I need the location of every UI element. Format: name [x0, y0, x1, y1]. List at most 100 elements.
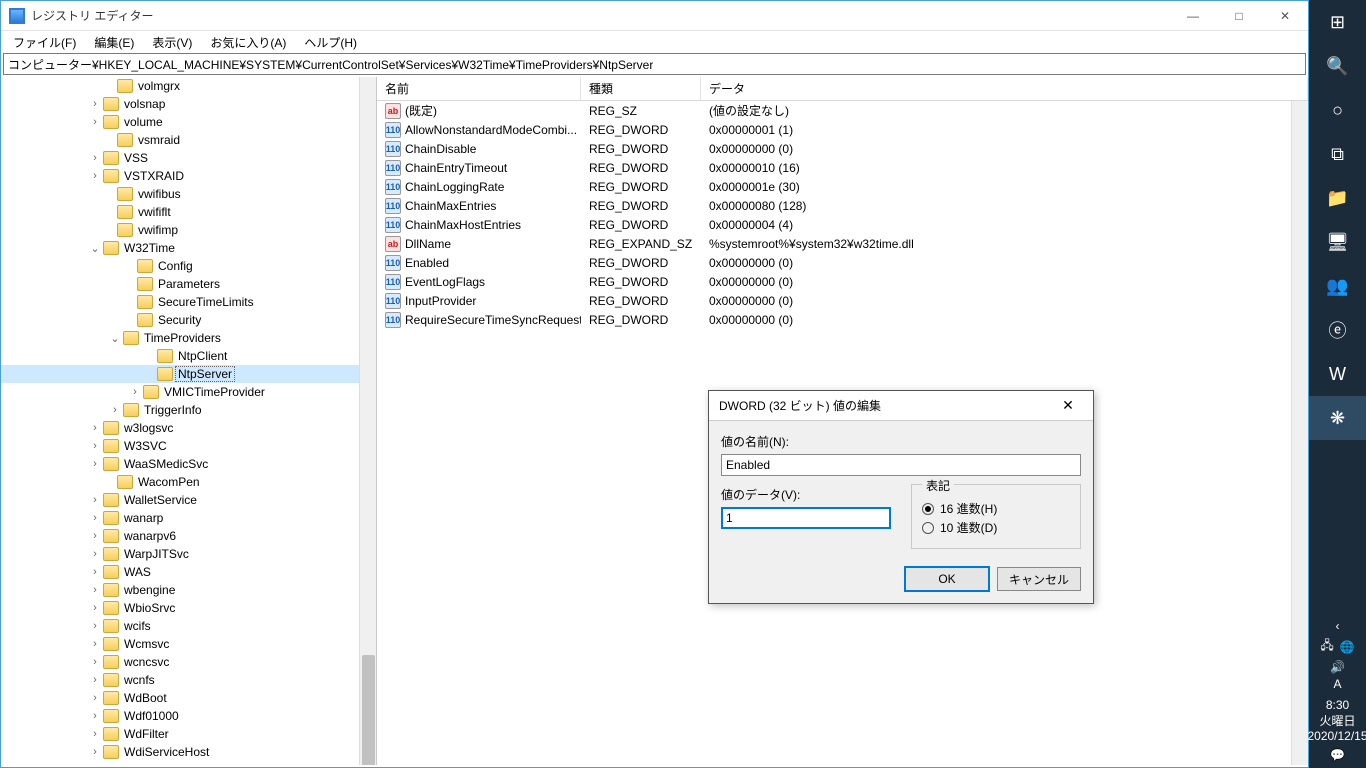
tree-item[interactable]: ›VMICTimeProvider [1, 383, 359, 401]
expand-toggle[interactable]: ⌄ [107, 332, 123, 345]
expand-toggle[interactable]: › [87, 746, 103, 758]
value-row[interactable]: 110RequireSecureTimeSyncRequestsREG_DWOR… [377, 310, 1308, 329]
tree-item[interactable]: ›WdBoot [1, 689, 359, 707]
expand-toggle[interactable]: › [127, 386, 143, 398]
expand-toggle[interactable]: › [87, 674, 103, 686]
close-button[interactable]: ✕ [1262, 1, 1308, 31]
tree-item[interactable]: ⌄W32Time [1, 239, 359, 257]
ime-icon[interactable]: A [1333, 677, 1341, 691]
tree-scrollbar-thumb[interactable] [362, 655, 375, 765]
expand-toggle[interactable]: › [87, 548, 103, 560]
server-manager-icon[interactable]: 🖥 [1309, 220, 1366, 264]
tray-chevron-icon[interactable]: ‹ [1336, 619, 1340, 633]
tree-item[interactable]: ›wcnfs [1, 671, 359, 689]
cortana-icon[interactable]: ○ [1309, 88, 1366, 132]
tree-item[interactable]: ›Wcmsvc [1, 635, 359, 653]
ie-icon[interactable]: ⓔ [1309, 308, 1366, 352]
expand-toggle[interactable]: › [87, 728, 103, 740]
value-row[interactable]: ab(既定)REG_SZ(値の設定なし) [377, 101, 1308, 120]
expand-toggle[interactable]: › [87, 98, 103, 110]
tree-item[interactable]: ›VSTXRAID [1, 167, 359, 185]
tree-item[interactable]: vwifimp [1, 221, 359, 239]
address-bar[interactable]: コンピューター¥HKEY_LOCAL_MACHINE¥SYSTEM¥Curren… [3, 53, 1306, 75]
app-task-icon[interactable]: ❋ [1309, 396, 1366, 440]
expand-toggle[interactable]: › [87, 584, 103, 596]
expand-toggle[interactable]: › [87, 710, 103, 722]
taskview-icon[interactable]: ⧉ [1309, 132, 1366, 176]
start-button[interactable]: ⊞ [1309, 0, 1366, 44]
tree-item[interactable]: ›WdFilter [1, 725, 359, 743]
expand-toggle[interactable]: › [107, 404, 123, 416]
value-row[interactable]: 110ChainDisableREG_DWORD0x00000000 (0) [377, 139, 1308, 158]
explorer-icon[interactable]: 📁 [1309, 176, 1366, 220]
menu-view[interactable]: 表示(V) [144, 32, 200, 53]
expand-toggle[interactable]: › [87, 116, 103, 128]
word-icon[interactable]: W [1309, 352, 1366, 396]
tree-item[interactable]: ⌄TimeProviders [1, 329, 359, 347]
people-icon[interactable]: 👥 [1309, 264, 1366, 308]
value-data-field[interactable] [721, 507, 891, 529]
expand-toggle[interactable]: › [87, 692, 103, 704]
value-row[interactable]: abDllNameREG_EXPAND_SZ%systemroot%¥syste… [377, 234, 1308, 253]
tree-item[interactable]: ›WdiServiceHost [1, 743, 359, 761]
globe-icon[interactable]: 🌐 [1340, 640, 1355, 654]
expand-toggle[interactable]: › [87, 422, 103, 434]
expand-toggle[interactable]: › [87, 656, 103, 668]
expand-toggle[interactable]: › [87, 602, 103, 614]
expand-toggle[interactable]: › [87, 440, 103, 452]
menu-help[interactable]: ヘルプ(H) [296, 32, 365, 53]
value-row[interactable]: 110ChainMaxHostEntriesREG_DWORD0x0000000… [377, 215, 1308, 234]
menu-file[interactable]: ファイル(F) [5, 32, 84, 53]
action-center-icon[interactable]: 💬 [1330, 748, 1345, 762]
tree-item[interactable]: ›WarpJITSvc [1, 545, 359, 563]
tree-item[interactable]: ›wbengine [1, 581, 359, 599]
tree-item[interactable]: NtpServer [1, 365, 359, 383]
tree-item[interactable]: Parameters [1, 275, 359, 293]
tree-item[interactable]: vwifibus [1, 185, 359, 203]
dialog-titlebar[interactable]: DWORD (32 ビット) 値の編集 ✕ [709, 391, 1093, 421]
col-data[interactable]: データ [701, 77, 1308, 100]
tree-item[interactable]: ›wcifs [1, 617, 359, 635]
tree-item[interactable]: ›WAS [1, 563, 359, 581]
titlebar[interactable]: レジストリ エディター — □ ✕ [1, 1, 1308, 31]
expand-toggle[interactable]: › [87, 458, 103, 470]
dialog-close-button[interactable]: ✕ [1053, 397, 1083, 414]
tree-item[interactable]: ›WaaSMedicSvc [1, 455, 359, 473]
tree-item[interactable]: ›TriggerInfo [1, 401, 359, 419]
expand-toggle[interactable]: › [87, 170, 103, 182]
expand-toggle[interactable]: › [87, 512, 103, 524]
tree-item[interactable]: vwififlt [1, 203, 359, 221]
network-icon[interactable]: 🖧 [1320, 636, 1333, 657]
tree-item[interactable]: ›WalletService [1, 491, 359, 509]
expand-toggle[interactable]: › [87, 638, 103, 650]
menu-favorites[interactable]: お気に入り(A) [202, 32, 294, 53]
maximize-button[interactable]: □ [1216, 1, 1262, 31]
tree-item[interactable]: ›w3logsvc [1, 419, 359, 437]
tree-item[interactable]: ›W3SVC [1, 437, 359, 455]
menu-edit[interactable]: 編集(E) [86, 32, 142, 53]
col-name[interactable]: 名前 [377, 77, 581, 100]
volume-icon[interactable]: 🔊 [1330, 660, 1345, 674]
value-row[interactable]: 110InputProviderREG_DWORD0x00000000 (0) [377, 291, 1308, 310]
tree-item[interactable]: WacomPen [1, 473, 359, 491]
value-row[interactable]: 110ChainMaxEntriesREG_DWORD0x00000080 (1… [377, 196, 1308, 215]
tree-item[interactable]: NtpClient [1, 347, 359, 365]
expand-toggle[interactable]: › [87, 620, 103, 632]
search-icon[interactable]: 🔍 [1309, 44, 1366, 88]
value-row[interactable]: 110ChainLoggingRateREG_DWORD0x0000001e (… [377, 177, 1308, 196]
tree-item[interactable]: ›wanarpv6 [1, 527, 359, 545]
tree-item[interactable]: SecureTimeLimits [1, 293, 359, 311]
radix-dec-radio[interactable]: 10 進数(D) [922, 519, 1070, 536]
tree-item[interactable]: volmgrx [1, 77, 359, 95]
value-row[interactable]: 110AllowNonstandardModeCombi...REG_DWORD… [377, 120, 1308, 139]
value-row[interactable]: 110EventLogFlagsREG_DWORD0x00000000 (0) [377, 272, 1308, 291]
tree-item[interactable]: Security [1, 311, 359, 329]
tree-item[interactable]: ›VSS [1, 149, 359, 167]
tree-item[interactable]: ›volsnap [1, 95, 359, 113]
tree-item[interactable]: Config [1, 257, 359, 275]
minimize-button[interactable]: — [1170, 1, 1216, 31]
expand-toggle[interactable]: › [87, 152, 103, 164]
tree-scrollbar[interactable] [359, 77, 376, 765]
tree-item[interactable]: ›wanarp [1, 509, 359, 527]
list-scrollbar[interactable] [1291, 101, 1308, 765]
